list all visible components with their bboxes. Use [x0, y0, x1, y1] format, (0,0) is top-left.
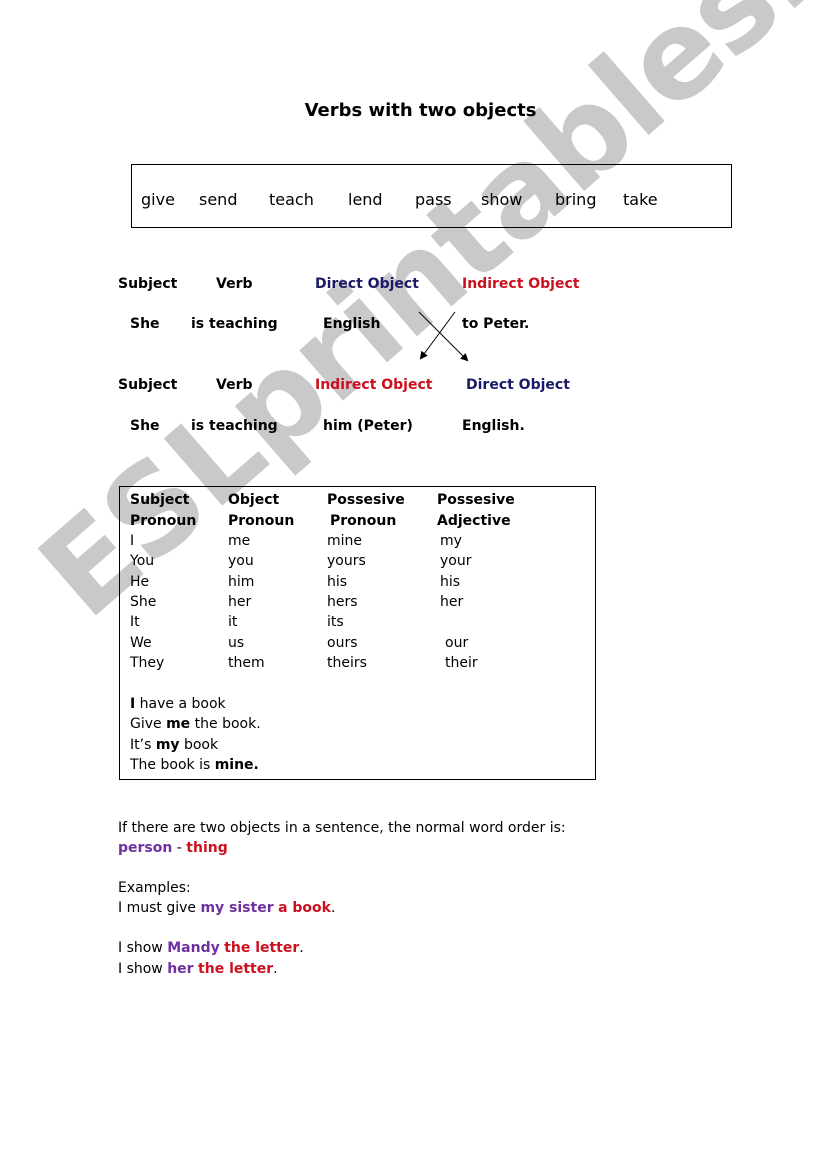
rule-order: person - thing — [118, 840, 228, 856]
table-cell: They — [130, 654, 165, 671]
table-cell: It — [130, 614, 140, 631]
table-cell: mine — [327, 533, 363, 549]
example-sentence: I must give my sister a book. — [118, 900, 335, 916]
verb-item: lend — [348, 190, 383, 209]
table-cell: her — [228, 593, 252, 610]
example-sentence: I show Mandy the letter. — [118, 940, 304, 956]
table-header: Object — [228, 492, 280, 508]
page-title: Verbs with two objects — [304, 100, 537, 121]
table-cell: me — [228, 533, 251, 549]
verb-item: pass — [415, 190, 452, 209]
table-cell: them — [228, 654, 265, 671]
pronoun-example-sentence: I have a book — [130, 696, 226, 712]
example-direct-object: English. — [462, 418, 525, 434]
table-cell: him — [228, 573, 255, 590]
example-subject: She — [130, 418, 160, 434]
table-header: Pronoun — [228, 513, 295, 529]
sentence-text: the book. — [190, 716, 261, 733]
table-header: Possesive — [437, 492, 515, 508]
sentence-text: book — [179, 736, 219, 753]
table-cell: his — [440, 573, 461, 590]
sentence-text: The book is — [130, 756, 215, 773]
sentence-person: Mandy — [167, 940, 220, 956]
pronoun-example-sentence: The book is mine. — [130, 757, 259, 773]
sentence-before: I show — [118, 940, 168, 956]
label-indirect-object: Indirect Object — [315, 377, 433, 393]
table-cell: I — [130, 533, 135, 549]
rule-text: If there are two objects in a sentence, … — [118, 820, 566, 836]
table-cell: your — [440, 553, 472, 570]
table-cell: yours — [327, 553, 366, 570]
table-cell: We — [130, 634, 152, 651]
example-subject: She — [130, 316, 160, 332]
table-cell: She — [130, 593, 157, 610]
example-indirect-object: him (Peter) — [323, 418, 413, 434]
label-verb: Verb — [216, 377, 253, 393]
table-header: Subject — [130, 492, 190, 508]
table-cell: her — [440, 593, 464, 610]
rule-thing: thing — [186, 840, 228, 856]
swap-arrows-icon — [418, 311, 469, 362]
verb-item: bring — [555, 190, 597, 209]
table-cell: hers — [327, 593, 358, 610]
pronoun-example-sentence: It’s my book — [130, 737, 218, 753]
table-cell: their — [445, 654, 478, 671]
sentence-person: her — [167, 961, 194, 977]
table-cell: us — [228, 634, 245, 651]
table-header: Adjective — [437, 513, 511, 529]
label-subject: Subject — [118, 377, 178, 393]
table-cell: you — [228, 553, 254, 570]
sentence-thing: a book — [278, 900, 331, 916]
rule-person: person — [118, 840, 173, 856]
sentence-text: have a book — [135, 696, 226, 712]
table-cell: it — [228, 614, 238, 631]
example-sentence: I show her the letter. — [118, 961, 278, 977]
sentence-thing: the letter — [198, 961, 274, 977]
table-cell: my — [440, 533, 462, 549]
sentence-thing: the letter — [224, 940, 300, 956]
example-verb: is teaching — [191, 316, 278, 332]
label-direct-object: Direct Object — [315, 276, 419, 292]
rule-separator: - — [172, 840, 187, 856]
table-cell: ours — [327, 634, 358, 651]
highlighted-pronoun: my — [155, 736, 180, 753]
table-cell: You — [130, 553, 155, 570]
label-subject: Subject — [118, 276, 178, 292]
table-header: Possesive — [327, 492, 405, 508]
sentence-person: my sister — [200, 900, 274, 916]
table-cell: its — [327, 614, 344, 631]
verb-item: send — [199, 190, 238, 209]
verb-item: give — [141, 190, 175, 209]
verb-item: teach — [269, 190, 314, 209]
verb-item: show — [481, 190, 523, 209]
example-verb: is teaching — [191, 418, 278, 434]
table-cell: He — [130, 573, 150, 590]
highlighted-pronoun: mine. — [214, 756, 259, 773]
sentence-before: I show — [118, 961, 168, 977]
sentence-text: Give — [130, 716, 167, 733]
label-direct-object: Direct Object — [466, 377, 570, 393]
table-header: Pronoun — [330, 513, 397, 529]
pronoun-example-sentence: Give me the book. — [130, 716, 261, 732]
table-cell: theirs — [327, 654, 367, 671]
sentence-text: It’s — [130, 736, 156, 753]
table-cell: his — [327, 573, 348, 590]
table-header: Pronoun — [130, 513, 197, 529]
examples-heading: Examples: — [118, 880, 191, 896]
table-cell: our — [445, 634, 469, 651]
highlighted-pronoun: me — [166, 716, 191, 733]
label-verb: Verb — [216, 276, 253, 292]
sentence-after: . — [330, 900, 336, 916]
sentence-before: I must give — [118, 900, 201, 916]
sentence-after: . — [273, 961, 278, 977]
label-indirect-object: Indirect Object — [462, 276, 580, 292]
sentence-after: . — [299, 940, 304, 956]
example-direct-object: English — [323, 316, 381, 332]
verb-item: take — [623, 190, 658, 209]
